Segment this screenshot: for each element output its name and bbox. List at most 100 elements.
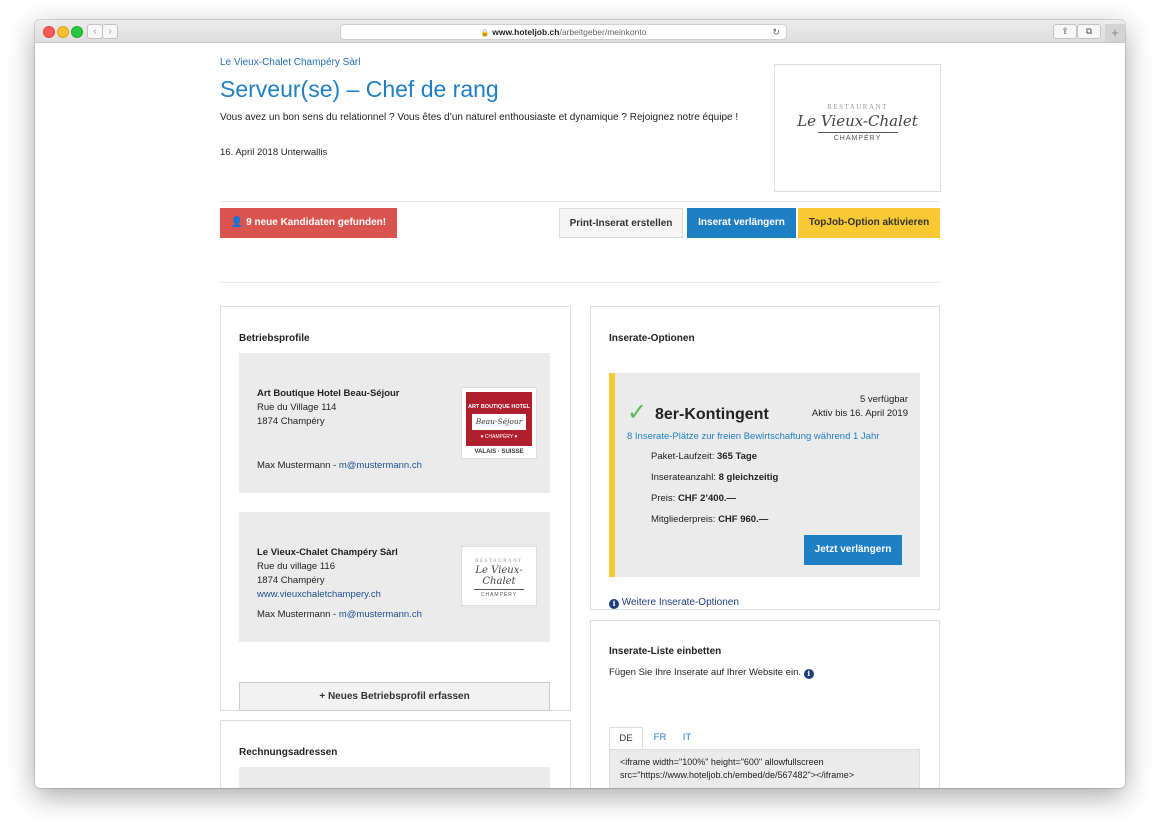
logo-divider: [474, 589, 524, 590]
billing-card: [239, 767, 550, 788]
feature-label: Preis:: [651, 493, 676, 504]
profile-street: Rue du Village 114: [257, 402, 337, 413]
print-ad-button[interactable]: Print-Inserat erstellen: [559, 208, 683, 238]
profile-address: Le Vieux-Chalet Champéry Sàrl Rue du vil…: [257, 546, 398, 602]
tab-it[interactable]: IT: [677, 727, 697, 749]
feature-value: 8 gleichzeitig: [718, 472, 779, 483]
contact-email-link[interactable]: m@mustermann.ch: [339, 460, 422, 471]
minimize-window-button[interactable]: [57, 26, 69, 38]
package-status: 5 verfügbar Aktiv bis 16. April 2019: [812, 393, 908, 421]
feature-label: Inserateanzahl:: [651, 472, 716, 483]
back-button[interactable]: ‹: [87, 24, 103, 39]
profile-city: 1874 Champéry: [257, 575, 325, 586]
embed-heading: Inserate-Liste einbetten: [609, 646, 722, 657]
logo-script-text: Le Vieux-Chalet: [475, 565, 523, 587]
profile-logo: ART BOUTIQUE HOTEL Beau-Séjour ♥ CHAMPÉR…: [461, 387, 537, 459]
forward-button[interactable]: ›: [102, 24, 118, 39]
package-name: 8er-Kontingent: [655, 406, 769, 423]
available-count: 5 verfügbar: [859, 394, 908, 405]
profile-address: Art Boutique Hotel Beau-Séjour Rue du Vi…: [257, 387, 400, 429]
profiles-heading: Betriebsprofile: [239, 333, 310, 344]
info-icon[interactable]: i: [803, 669, 814, 679]
tab-fr[interactable]: FR: [649, 727, 671, 749]
topjob-button[interactable]: TopJob-Option aktivieren: [798, 208, 940, 238]
divider: [220, 282, 940, 283]
embed-description: Fügen Sie Ihre Inserate auf Ihrer Websit…: [609, 666, 814, 680]
job-date-region: 16. April 2018 Unterwallis: [220, 147, 328, 158]
feature-row: Mitgliederpreis: CHF 960.—: [651, 514, 768, 525]
logo-bottom-text: ♥ CHAMPÉRY ♥: [480, 434, 518, 440]
options-heading: Inserate-Optionen: [609, 333, 695, 344]
company-logo: RESTAURANT Le Vieux-Chalet CHAMPÉRY: [774, 64, 941, 192]
logo-script-text: Beau-Séjour: [472, 414, 526, 430]
resize-grip-icon[interactable]: ⌟: [914, 786, 917, 788]
extend-ad-button[interactable]: Inserat verlängern: [687, 208, 796, 238]
share-icon[interactable]: ⇪: [1053, 24, 1077, 39]
feature-value: CHF 960.—: [718, 514, 769, 525]
browser-window: ‹ › 🔒 www.hoteljob.ch/arbeitgeber/meinkon…: [35, 20, 1125, 788]
embed-code-textarea[interactable]: <iframe width="100%" height="600" allowf…: [609, 749, 920, 788]
profile-name: Le Vieux-Chalet Champéry Sàrl: [257, 547, 398, 558]
candidates-button[interactable]: 👤 9 neue Kandidaten gefunden!: [220, 208, 397, 238]
contact-separator: -: [330, 609, 339, 620]
lock-icon: 🔒: [480, 30, 490, 37]
logo-top-text: RESTAURANT: [827, 103, 888, 111]
contact-name: Max Mustermann: [257, 460, 331, 471]
profile-card: Art Boutique Hotel Beau-Séjour Rue du Vi…: [239, 353, 550, 493]
new-tab-button[interactable]: +: [1105, 24, 1125, 42]
logo-script-text: Le Vieux-Chalet: [797, 112, 918, 130]
profile-city: 1874 Champéry: [257, 416, 325, 427]
page-content: Le Vieux-Chalet Champéry Sàrl Serveur(se…: [35, 43, 1125, 788]
profile-contact: Max Mustermann - m@mustermann.ch: [257, 459, 422, 473]
contact-email-link[interactable]: m@mustermann.ch: [339, 609, 422, 620]
candidates-label: 9 neue Kandidaten gefunden!: [246, 217, 387, 228]
add-profile-label: Neues Betriebsprofil erfassen: [327, 691, 470, 702]
tab-de[interactable]: DE: [609, 727, 643, 749]
feature-value: CHF 2’400.—: [677, 493, 737, 504]
divider: [220, 201, 940, 202]
more-options-link[interactable]: i Weitere Inserate-Optionen: [609, 597, 739, 609]
address-bar[interactable]: 🔒 www.hoteljob.ch/arbeitgeber/meinkonto ↻: [340, 24, 787, 40]
contact-separator: -: [330, 460, 339, 471]
embed-code-line: src="https://www.hoteljob.ch/embed/de/56…: [620, 770, 855, 780]
feature-row: Paket-Laufzeit: 365 Tage: [651, 451, 757, 462]
renew-button[interactable]: Jetzt verlängern: [804, 535, 902, 565]
tabs-icon[interactable]: ⧉: [1077, 24, 1101, 39]
info-icon: i: [609, 599, 619, 609]
logo-divider: [817, 132, 898, 133]
logo-top-text: RESTAURANT: [475, 559, 523, 564]
package-description: 8 Inserate-Plätze zur freien Bewirtschaf…: [627, 431, 880, 442]
add-profile-button[interactable]: + Neues Betriebsprofil erfassen: [239, 682, 550, 711]
more-options-label: Weitere Inserate-Optionen: [621, 597, 739, 608]
company-name[interactable]: Le Vieux-Chalet Champéry Sàrl: [220, 57, 360, 68]
job-intro: Vous avez un bon sens du relationnel ? V…: [220, 112, 739, 123]
logo-top-text: ART BOUTIQUE HOTEL: [467, 404, 531, 410]
logo-sub-text: VALAIS · SUISSE: [474, 449, 524, 455]
browser-toolbar: ‹ › 🔒 www.hoteljob.ch/arbeitgeber/meinkon…: [35, 20, 1125, 43]
billing-heading: Rechnungsadressen: [239, 747, 338, 758]
job-title: Serveur(se) – Chef de rang: [220, 76, 499, 102]
zoom-window-button[interactable]: [71, 26, 83, 38]
logo-bottom-text: CHAMPÉRY: [833, 135, 882, 142]
close-window-button[interactable]: [43, 26, 55, 38]
url-domain: www.hoteljob.ch: [492, 27, 560, 37]
logo-bottom-text: CHAMPÉRY: [480, 592, 518, 598]
embed-code-line: <iframe width="100%" height="600" allowf…: [620, 757, 824, 767]
contact-name: Max Mustermann: [257, 609, 331, 620]
profile-name: Art Boutique Hotel Beau-Séjour: [257, 388, 400, 399]
plus-icon: +: [319, 691, 326, 702]
active-until: Aktiv bis 16. April 2019: [811, 408, 908, 419]
profile-website-link[interactable]: www.vieuxchaletchampery.ch: [257, 589, 381, 600]
profile-logo: RESTAURANT Le Vieux-Chalet CHAMPÉRY: [461, 546, 537, 606]
reload-icon[interactable]: ↻: [772, 25, 780, 39]
url-path: /arbeitgeber/meinkonto: [559, 27, 647, 37]
feature-row: Preis: CHF 2’400.—: [651, 493, 736, 504]
check-icon: ✓: [627, 399, 648, 426]
feature-row: Inserateanzahl: 8 gleichzeitig: [651, 472, 778, 483]
profile-card: Le Vieux-Chalet Champéry Sàrl Rue du vil…: [239, 512, 550, 642]
package-card: ✓ 8er-Kontingent 5 verfügbar Aktiv bis 1…: [609, 373, 920, 577]
feature-label: Mitgliederpreis:: [651, 514, 716, 525]
embed-description-text: Fügen Sie Ihre Inserate auf Ihrer Websit…: [609, 667, 802, 678]
feature-label: Paket-Laufzeit:: [651, 451, 715, 462]
user-icon: 👤: [230, 217, 244, 228]
